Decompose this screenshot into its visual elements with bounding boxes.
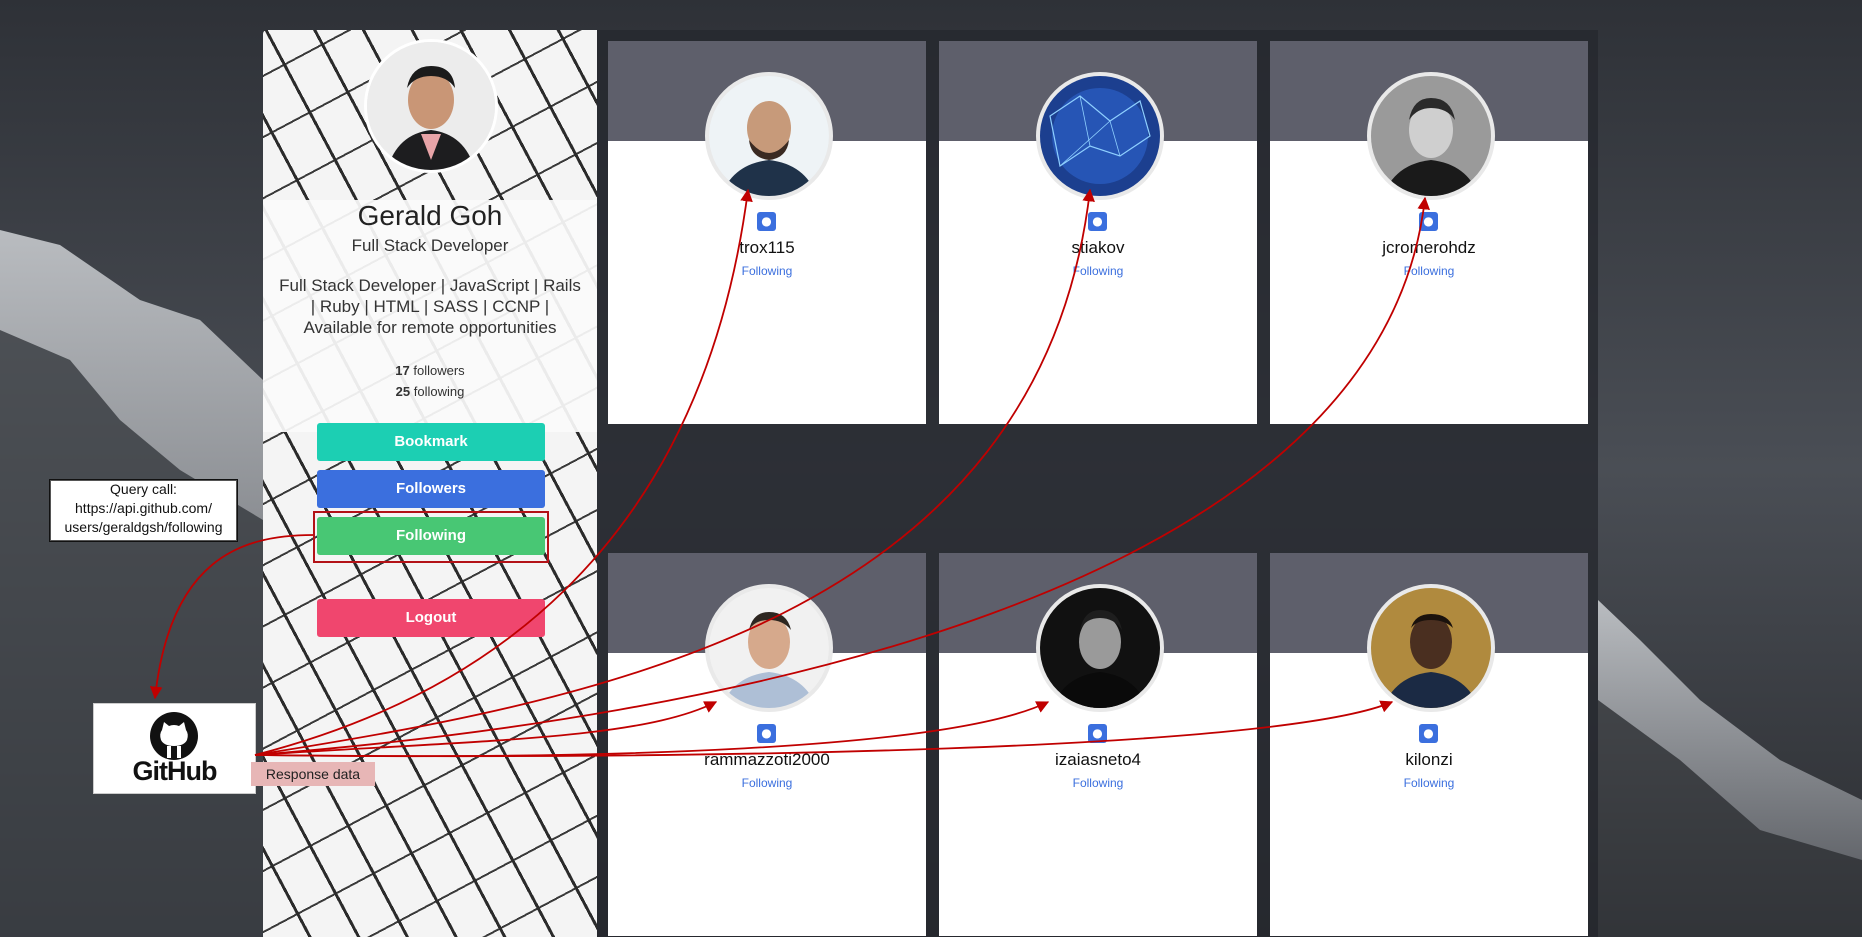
card-status: Following bbox=[1403, 776, 1455, 790]
profile-sidebar: Gerald Goh Full Stack Developer Full Sta… bbox=[263, 30, 597, 937]
followers-button[interactable]: Followers bbox=[317, 470, 545, 508]
profile-role: Full Stack Developer bbox=[351, 236, 509, 255]
user-card[interactable]: ● trox115 Following bbox=[608, 41, 926, 424]
user-card[interactable]: ● jcromerohdz Following bbox=[1270, 41, 1588, 424]
query-call-annotation: Query call: https://api.github.com/ user… bbox=[49, 479, 238, 542]
following-word: following bbox=[413, 384, 465, 399]
logout-button[interactable]: Logout bbox=[317, 599, 545, 637]
card-username[interactable]: stiakov bbox=[939, 238, 1257, 258]
card-status: Following bbox=[1403, 264, 1455, 278]
following-button[interactable]: Following bbox=[317, 517, 545, 555]
card-username[interactable]: jcromerohdz bbox=[1270, 238, 1588, 258]
github-icon[interactable]: ● bbox=[1088, 724, 1107, 743]
card-username[interactable]: rammazzoti2000 bbox=[608, 750, 926, 770]
following-count: 25 bbox=[395, 384, 411, 399]
user-avatar[interactable] bbox=[705, 72, 833, 200]
card-status: Following bbox=[1072, 264, 1124, 278]
user-avatar[interactable] bbox=[1036, 584, 1164, 712]
user-avatar[interactable] bbox=[1367, 584, 1495, 712]
user-photo bbox=[1371, 76, 1491, 196]
followers-word: followers bbox=[413, 363, 465, 378]
user-card[interactable]: ● izaiasneto4 Following bbox=[939, 553, 1257, 936]
card-status: Following bbox=[741, 264, 793, 278]
user-photo bbox=[1040, 588, 1160, 708]
user-avatar[interactable] bbox=[1367, 72, 1495, 200]
github-icon[interactable]: ● bbox=[757, 212, 776, 231]
followers-count: 17 bbox=[395, 363, 410, 378]
github-icon[interactable]: ● bbox=[1419, 724, 1438, 743]
user-photo bbox=[709, 76, 829, 196]
query-line-2: https://api.github.com/ bbox=[75, 500, 212, 516]
profile-bio: Full Stack Developer | JavaScript | Rail… bbox=[279, 276, 581, 337]
card-status: Following bbox=[741, 776, 793, 790]
user-photo bbox=[1371, 588, 1491, 708]
card-username[interactable]: trox115 bbox=[608, 238, 926, 258]
github-logo-box: GitHub bbox=[93, 703, 256, 794]
github-icon[interactable]: ● bbox=[1419, 212, 1438, 231]
followers-stat: 17 followers bbox=[263, 363, 597, 378]
github-icon[interactable]: ● bbox=[1088, 212, 1107, 231]
query-line-3: users/geraldgsh/following bbox=[64, 519, 223, 535]
profile-avatar bbox=[367, 42, 495, 170]
user-photo bbox=[709, 588, 829, 708]
user-card[interactable]: ● kilonzi Following bbox=[1270, 553, 1588, 936]
profile-name: Gerald Goh bbox=[357, 200, 503, 231]
card-status: Following bbox=[1072, 776, 1124, 790]
user-card[interactable]: ● rammazzoti2000 Following bbox=[608, 553, 926, 936]
user-avatar[interactable] bbox=[1036, 72, 1164, 200]
profile-photo bbox=[367, 42, 495, 170]
response-data-label: Response data bbox=[251, 762, 375, 786]
user-avatar[interactable] bbox=[705, 584, 833, 712]
github-icon[interactable]: ● bbox=[757, 724, 776, 743]
github-wordmark: GitHub bbox=[132, 756, 218, 786]
user-photo bbox=[1040, 76, 1160, 196]
query-line-1: Query call: bbox=[110, 481, 177, 497]
card-username[interactable]: izaiasneto4 bbox=[939, 750, 1257, 770]
following-stat: 25 following bbox=[263, 384, 597, 399]
following-grid: ● trox115 Following ● stiakov Following bbox=[597, 30, 1598, 937]
github-octocat-icon bbox=[150, 712, 198, 760]
card-username[interactable]: kilonzi bbox=[1270, 750, 1588, 770]
user-card[interactable]: ● stiakov Following bbox=[939, 41, 1257, 424]
bookmark-button[interactable]: Bookmark bbox=[317, 423, 545, 461]
